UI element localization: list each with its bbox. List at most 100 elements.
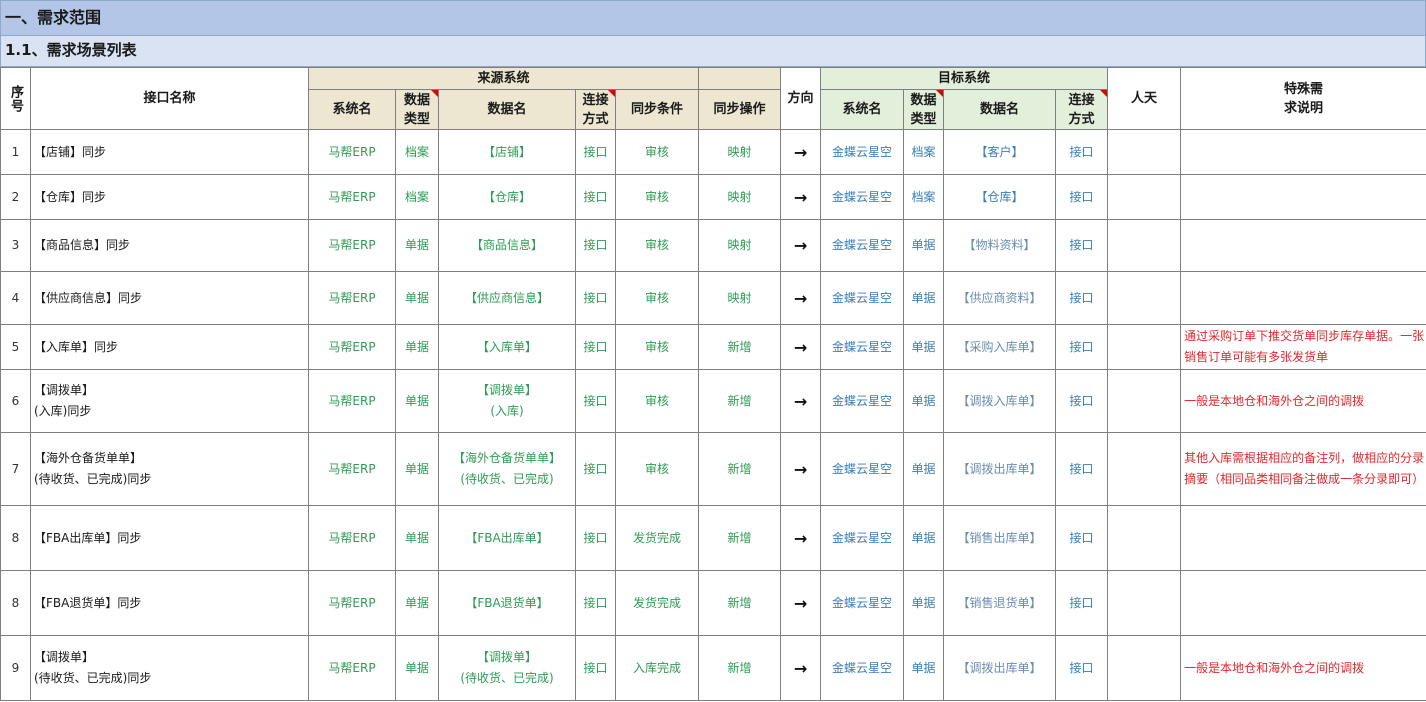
source-connection: 接口 xyxy=(575,369,616,433)
special-note: 一般是本地仓和海外仓之间的调拨 xyxy=(1180,369,1426,433)
target-data-type: 档案 xyxy=(903,174,945,220)
interface-name: 【入库单】同步 xyxy=(30,324,309,370)
source-data-type: 单据 xyxy=(395,432,439,506)
target-data-type: 单据 xyxy=(903,432,945,506)
row-index: 6 xyxy=(0,369,31,433)
sync-condition: 发货完成 xyxy=(614,505,700,571)
target-connection: 接口 xyxy=(1055,635,1109,701)
source-connection: 接口 xyxy=(575,324,616,370)
target-data-type: 单据 xyxy=(903,570,945,636)
target-connection: 接口 xyxy=(1055,570,1109,636)
special-note xyxy=(1180,174,1426,220)
interface-name: 【店铺】同步 xyxy=(30,129,309,175)
direction-arrow: → xyxy=(780,324,822,370)
target-system-name: 金蝶云星空 xyxy=(820,219,905,272)
row-index: 4 xyxy=(0,271,31,325)
interface-name: 【FBA退货单】同步 xyxy=(30,570,309,636)
target-data-type: 单据 xyxy=(903,324,945,370)
source-system-name: 马帮ERP xyxy=(308,432,396,506)
header-source-blank xyxy=(698,67,782,90)
table-row: 1 【店铺】同步 马帮ERP 档案 【店铺】 接口 审核 映射 → 金蝶云星空 档案 【客户】 接口 xyxy=(0,129,1426,175)
sync-condition: 审核 xyxy=(614,271,700,325)
man-days xyxy=(1107,635,1182,701)
source-data-name: 【商品信息】 xyxy=(438,219,576,272)
sync-operation: 新增 xyxy=(698,635,782,701)
source-system-name: 马帮ERP xyxy=(308,271,396,325)
source-connection: 接口 xyxy=(575,271,616,325)
row-index: 9 xyxy=(0,635,31,701)
table-row: 4 【供应商信息】同步 马帮ERP 单据 【供应商信息】 接口 审核 映射 → 金蝶云星空 单据 【供… xyxy=(0,271,1426,325)
target-data-name: 【物料资料】 xyxy=(943,219,1057,272)
target-data-name: 【调拨入库单】 xyxy=(943,369,1057,433)
special-note xyxy=(1180,505,1426,571)
header-tgt-sys-name: 系统名 xyxy=(820,89,905,130)
source-system-name: 马帮ERP xyxy=(308,505,396,571)
special-note xyxy=(1180,129,1426,175)
table-row: 8 【FBA退货单】同步 马帮ERP 单据 【FBA退货单】 接口 发货完成 新增 → 金蝶云星空… xyxy=(0,570,1426,636)
special-note xyxy=(1180,219,1426,272)
row-index: 3 xyxy=(0,219,31,272)
sync-condition: 审核 xyxy=(614,432,700,506)
target-data-name: 【仓库】 xyxy=(943,174,1057,220)
header-sync-cond: 同步条件 xyxy=(614,89,700,130)
comment-marker xyxy=(608,90,615,97)
sync-condition: 审核 xyxy=(614,219,700,272)
target-data-name: 【调拨出库单】 xyxy=(943,635,1057,701)
target-connection: 接口 xyxy=(1055,369,1109,433)
source-system-name: 马帮ERP xyxy=(308,324,396,370)
header-interface-name: 接口名称 xyxy=(30,67,309,130)
header-src-sys-name: 系统名 xyxy=(308,89,396,130)
source-data-type: 档案 xyxy=(395,129,439,175)
comment-marker xyxy=(431,90,438,97)
sync-operation: 新增 xyxy=(698,369,782,433)
source-data-type: 单据 xyxy=(395,635,439,701)
row-index: 8 xyxy=(0,570,31,636)
header-index: 序号 xyxy=(0,67,31,130)
header-tgt-data-name: 数据名 xyxy=(943,89,1057,130)
source-connection: 接口 xyxy=(575,174,616,220)
source-data-name: 【入库单】 xyxy=(438,324,576,370)
man-days xyxy=(1107,432,1182,506)
row-index: 2 xyxy=(0,174,31,220)
source-system-name: 马帮ERP xyxy=(308,129,396,175)
target-data-type: 单据 xyxy=(903,219,945,272)
target-system-name: 金蝶云星空 xyxy=(820,271,905,325)
sync-condition: 审核 xyxy=(614,174,700,220)
man-days xyxy=(1107,219,1182,272)
table-body: 1 【店铺】同步 马帮ERP 档案 【店铺】 接口 审核 映射 → 金蝶云星空 档案 【客户】 接口 2 【… xyxy=(0,129,1426,701)
table-row: 3 【商品信息】同步 马帮ERP 单据 【商品信息】 接口 审核 映射 → 金蝶云星空 单据 【物料资… xyxy=(0,219,1426,272)
sync-operation: 映射 xyxy=(698,271,782,325)
source-connection: 接口 xyxy=(575,635,616,701)
man-days xyxy=(1107,129,1182,175)
special-note xyxy=(1180,271,1426,325)
source-data-type: 单据 xyxy=(395,505,439,571)
source-data-type: 单据 xyxy=(395,271,439,325)
source-connection: 接口 xyxy=(575,570,616,636)
sync-operation: 新增 xyxy=(698,324,782,370)
header-special: 特殊需求说明 xyxy=(1180,67,1426,130)
source-system-name: 马帮ERP xyxy=(308,174,396,220)
table-row: 5 【入库单】同步 马帮ERP 单据 【入库单】 接口 审核 新增 → 金蝶云星空 单据 【采购入库单… xyxy=(0,324,1426,370)
source-connection: 接口 xyxy=(575,505,616,571)
special-note: 其他入库需根据相应的备注列，做相应的分录摘要（相同品类相同备注做成一条分录即可） xyxy=(1180,432,1426,506)
source-system-name: 马帮ERP xyxy=(308,219,396,272)
row-index: 5 xyxy=(0,324,31,370)
source-system-name: 马帮ERP xyxy=(308,369,396,433)
direction-arrow: → xyxy=(780,369,822,433)
header-tgt-conn: 连接方式 xyxy=(1055,89,1109,130)
interface-name: 【调拨单】 (待收货、已完成)同步 xyxy=(30,635,309,701)
direction-arrow: → xyxy=(780,271,822,325)
target-connection: 接口 xyxy=(1055,129,1109,175)
sync-operation: 新增 xyxy=(698,505,782,571)
comment-marker xyxy=(1100,90,1107,97)
row-index: 8 xyxy=(0,505,31,571)
row-index: 7 xyxy=(0,432,31,506)
special-note: 一般是本地仓和海外仓之间的调拨 xyxy=(1180,635,1426,701)
row-index: 1 xyxy=(0,129,31,175)
source-data-name: 【仓库】 xyxy=(438,174,576,220)
man-days xyxy=(1107,505,1182,571)
special-note: 通过采购订单下推交货单同步库存单据。一张销售订单可能有多张发货单 xyxy=(1180,324,1426,370)
source-system-name: 马帮ERP xyxy=(308,635,396,701)
subsection-title: 1.1、需求场景列表 xyxy=(0,36,1426,67)
header-man-days: 人天 xyxy=(1107,67,1182,130)
